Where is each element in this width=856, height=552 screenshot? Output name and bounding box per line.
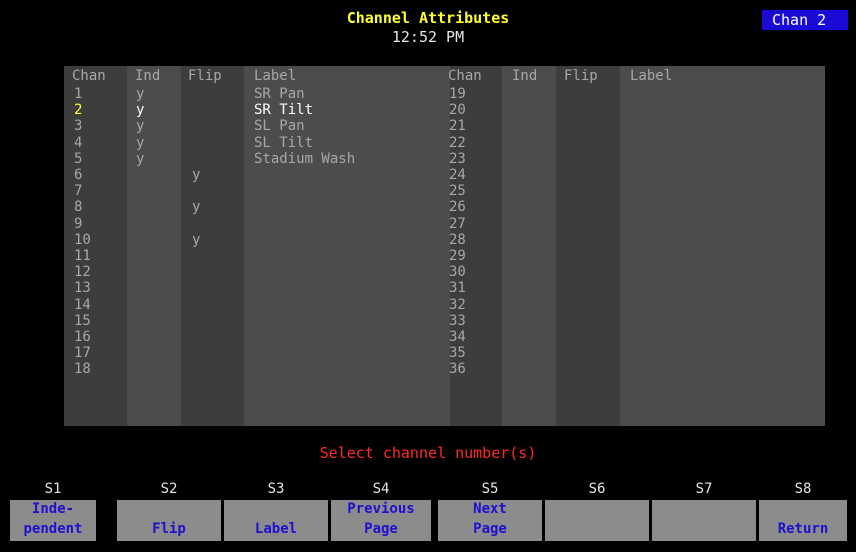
label-cell: SL Tilt bbox=[254, 134, 314, 151]
ind-cell: y bbox=[136, 118, 145, 135]
chan-cell: 28 bbox=[449, 231, 466, 248]
chan-cell: 5 bbox=[74, 150, 83, 167]
header-chan-left: Chan bbox=[72, 68, 106, 84]
header-ind-left: Ind bbox=[135, 68, 161, 84]
softkey-number-5: S5 bbox=[481, 481, 499, 497]
chan-cell: 31 bbox=[449, 280, 466, 297]
chan-cell: 17 bbox=[74, 345, 91, 362]
chan-cell: 12 bbox=[74, 264, 91, 281]
softkey-label-line2: pendent bbox=[23, 521, 83, 537]
softkey-6-button[interactable] bbox=[545, 500, 649, 541]
softkey-label-line1: Next bbox=[473, 501, 507, 517]
softkey-label-line2: Page bbox=[473, 521, 507, 537]
ind-cell: y bbox=[136, 86, 145, 102]
ind-cell: y bbox=[136, 150, 145, 167]
header-flip-left: Flip bbox=[188, 68, 222, 84]
softkey-number-8: S8 bbox=[794, 481, 812, 497]
chan-cell: 9 bbox=[74, 215, 83, 232]
chan-cell: 19 bbox=[449, 86, 466, 102]
chan-cell: 24 bbox=[449, 167, 466, 183]
softkey-label-line2: Page bbox=[364, 521, 398, 537]
chan-cell: 16 bbox=[74, 329, 91, 345]
chan-cell: 4 bbox=[74, 134, 83, 151]
chan-cell: 25 bbox=[449, 183, 466, 200]
chan-cell: 34 bbox=[449, 329, 466, 345]
ind-column-right bbox=[502, 66, 556, 426]
softkey-5-button[interactable]: Next Page bbox=[438, 500, 542, 541]
header-label-left: Label bbox=[254, 68, 297, 84]
softkey-number-7: S7 bbox=[695, 481, 713, 497]
softkey-number-4: S4 bbox=[372, 481, 390, 497]
flip-cell: y bbox=[192, 167, 201, 183]
channel-badge: Chan 2 bbox=[762, 10, 848, 30]
channel-attributes-table: Chan Ind Flip Label Chan Ind Flip Label … bbox=[64, 66, 825, 426]
chan-cell: 29 bbox=[449, 248, 466, 264]
label-cell: SR Tilt bbox=[254, 102, 314, 119]
chan-cell: 26 bbox=[449, 199, 466, 216]
header-chan-right: Chan bbox=[448, 68, 482, 84]
label-cell: SR Pan bbox=[254, 86, 305, 102]
chan-cell: 2 bbox=[74, 102, 83, 119]
label-column-right bbox=[620, 66, 825, 426]
header-title: Channel Attributes bbox=[346, 9, 510, 27]
softkey-label-line1: Previous bbox=[347, 501, 415, 517]
header-label-right: Label bbox=[630, 68, 673, 84]
softkey-7-button[interactable] bbox=[652, 500, 756, 541]
chan-cell: 8 bbox=[74, 199, 83, 216]
chan-cell: 13 bbox=[74, 280, 91, 297]
chan-cell: 7 bbox=[74, 183, 83, 200]
chan-cell: 22 bbox=[449, 134, 466, 151]
chan-cell: 10 bbox=[74, 231, 91, 248]
chan-cell: 6 bbox=[74, 167, 83, 183]
chan-cell: 20 bbox=[449, 102, 466, 119]
chan-cell: 35 bbox=[449, 345, 466, 362]
chan-cell: 11 bbox=[74, 248, 91, 264]
softkey-8-button[interactable]: Return bbox=[759, 500, 847, 541]
header-clock: 12:52 PM bbox=[391, 28, 465, 46]
label-cell: SL Pan bbox=[254, 118, 305, 135]
softkey-number-3: S3 bbox=[267, 481, 285, 497]
ind-cell: y bbox=[136, 134, 145, 151]
softkey-3-button[interactable]: Label bbox=[224, 500, 328, 541]
flip-cell: y bbox=[192, 231, 201, 248]
chan-cell: 27 bbox=[449, 215, 466, 232]
softkey-4-button[interactable]: Previous Page bbox=[331, 500, 431, 541]
label-cell: Stadium Wash bbox=[254, 150, 356, 167]
flip-cell: y bbox=[192, 199, 201, 216]
softkey-label-line2: Return bbox=[777, 521, 829, 537]
chan-cell: 23 bbox=[449, 150, 466, 167]
chan-cell: 30 bbox=[449, 264, 466, 281]
softkey-number-2: S2 bbox=[160, 481, 178, 497]
header-flip-right: Flip bbox=[564, 68, 598, 84]
chan-cell: 18 bbox=[74, 361, 91, 378]
chan-cell: 33 bbox=[449, 312, 466, 329]
chan-cell: 14 bbox=[74, 296, 91, 313]
chan-cell: 15 bbox=[74, 312, 91, 329]
ind-cell: y bbox=[136, 102, 145, 119]
softkey-label-line2: Label bbox=[254, 521, 298, 537]
softkey-number-6: S6 bbox=[588, 481, 606, 497]
status-prompt: Select channel number(s) bbox=[319, 444, 537, 462]
softkey-label-line2: Flip bbox=[152, 521, 186, 537]
header-ind-right: Ind bbox=[512, 68, 538, 84]
chan-cell: 21 bbox=[449, 118, 466, 135]
softkey-2-button[interactable]: Flip bbox=[117, 500, 221, 541]
chan-cell: 1 bbox=[74, 86, 83, 102]
softkey-label-line1: Inde- bbox=[31, 501, 75, 517]
chan-cell: 36 bbox=[449, 361, 466, 378]
chan-cell: 32 bbox=[449, 296, 466, 313]
softkey-number-1: S1 bbox=[44, 481, 62, 497]
chan-cell: 3 bbox=[74, 118, 83, 135]
softkey-1-button[interactable]: Inde-pendent bbox=[10, 500, 96, 541]
